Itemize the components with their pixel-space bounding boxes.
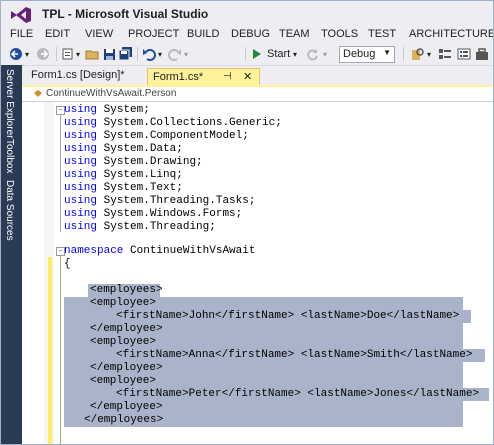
server-explorer-tab[interactable]: Server Explorer — [4, 69, 15, 138]
standard-toolbar: ▾ ▾ ▾ ▾ Start ▾ ▾ Debug ▼ ▾ — [1, 43, 493, 66]
toolbar-separator — [56, 47, 57, 61]
toolbox-icon[interactable] — [475, 46, 489, 62]
title-bar: TPL - Microsoft Visual Studio — [1, 1, 493, 27]
code-line: using System.Collections.Generic; — [64, 117, 282, 129]
find-in-files-icon[interactable] — [410, 46, 424, 62]
code-line: using System.Data; — [64, 143, 183, 155]
code-line: { — [64, 258, 71, 270]
chevron-down-icon: ▼ — [383, 48, 391, 57]
xml-line: <employee> — [90, 336, 157, 348]
code-line: using System.ComponentModel; — [64, 130, 249, 142]
toolbar-separator — [245, 47, 246, 61]
menu-file[interactable]: FILE — [10, 28, 33, 40]
xml-line: <employee> — [90, 297, 157, 309]
play-icon — [253, 49, 261, 59]
start-label: Start — [267, 48, 291, 60]
menu-bar: FILE EDIT VIEW PROJECT BUILD DEBUG TEAM … — [1, 27, 493, 43]
menu-debug[interactable]: DEBUG — [231, 28, 270, 40]
menu-project[interactable]: PROJECT — [128, 28, 179, 40]
tab-form1-cs-label: Form1.cs* — [153, 71, 204, 83]
menu-edit[interactable]: EDIT — [45, 28, 70, 40]
data-sources-tab[interactable]: Data Sources — [4, 180, 15, 241]
configuration-value: Debug — [343, 48, 376, 60]
code-line: using System.Threading; — [64, 221, 216, 233]
document-tab-row: Form1.cs [Design]* Form1.cs* ⊣ ✕ — [22, 66, 493, 86]
close-icon[interactable]: ✕ — [243, 70, 252, 83]
start-dropdown-icon[interactable]: ▾ — [293, 46, 297, 62]
refresh-dropdown-icon[interactable]: ▾ — [323, 46, 327, 62]
find-dropdown-icon[interactable]: ▾ — [427, 46, 431, 62]
solution-configuration-select[interactable]: Debug ▼ — [339, 46, 395, 63]
xml-line: </employee> — [90, 362, 163, 374]
menu-tools[interactable]: TOOLS — [321, 28, 358, 40]
toolbar-separator — [403, 47, 404, 61]
menu-view[interactable]: VIEW — [85, 28, 113, 40]
properties-icon[interactable] — [457, 46, 471, 62]
new-project-icon[interactable] — [61, 46, 75, 62]
save-icon[interactable] — [103, 46, 116, 62]
save-all-icon[interactable] — [118, 46, 133, 62]
member-navigation-bar[interactable]: ContinueWithVsAwait.Person — [22, 87, 493, 102]
undo-dropdown-icon[interactable]: ▾ — [158, 46, 162, 62]
menu-test[interactable]: TEST — [368, 28, 396, 40]
xml-line: <firstName>John</firstName> <lastName>Do… — [116, 310, 460, 322]
code-line: using System.Threading.Tasks; — [64, 195, 256, 207]
code-line: using System.Text; — [64, 182, 183, 194]
window-title: TPL - Microsoft Visual Studio — [42, 7, 209, 21]
refresh-icon[interactable] — [306, 46, 319, 62]
menu-team[interactable]: TEAM — [279, 28, 310, 40]
menu-build[interactable]: BUILD — [187, 28, 219, 40]
back-icon[interactable] — [9, 46, 23, 62]
start-button[interactable]: Start — [252, 46, 290, 62]
code-editor[interactable]: − − using System; using System.Collectio… — [22, 102, 493, 444]
change-tracking-bar — [48, 257, 52, 444]
pin-icon[interactable]: ⊣ — [223, 71, 232, 82]
tab-form1-cs[interactable]: Form1.cs* ⊣ ✕ — [147, 68, 260, 86]
xml-line: </employee> — [90, 401, 163, 413]
visual-studio-logo-icon — [11, 7, 31, 23]
xml-line: <employees> — [90, 284, 163, 296]
code-line: namespace ContinueWithVsAwait — [64, 245, 256, 257]
toolbox-tab[interactable]: Toolbox — [4, 139, 15, 173]
xml-line: <employee> — [90, 375, 157, 387]
outline-guide — [60, 256, 61, 444]
code-line: using System.Drawing; — [64, 156, 203, 168]
menu-architecture[interactable]: ARCHITECTURE — [409, 28, 493, 40]
tab-form1-design[interactable]: Form1.cs [Design]* — [31, 69, 125, 85]
code-line: using System.Windows.Forms; — [64, 208, 243, 220]
new-dropdown-icon[interactable]: ▾ — [76, 46, 80, 62]
code-line: using System; — [64, 104, 150, 116]
redo-dropdown-icon[interactable]: ▾ — [184, 46, 188, 62]
open-file-icon[interactable] — [85, 46, 100, 62]
visual-studio-window: TPL - Microsoft Visual Studio FILE EDIT … — [0, 0, 494, 445]
outline-guide — [60, 115, 61, 232]
xml-line: </employee> — [90, 323, 163, 335]
code-line: using System.Linq; — [64, 169, 183, 181]
xml-line: <firstName>Anna</firstName> <lastName>Sm… — [116, 349, 473, 361]
class-icon — [34, 90, 42, 97]
back-dropdown-icon[interactable]: ▾ — [25, 46, 29, 62]
member-dropdown-value: ContinueWithVsAwait.Person — [46, 88, 177, 99]
selection-highlight — [463, 310, 471, 323]
left-dock-panel: Server Explorer Toolbox Data Sources — [1, 65, 22, 444]
redo-icon[interactable] — [168, 46, 182, 62]
xml-line: </employees> — [84, 414, 164, 426]
xml-line: <firstName>Peter</firstName> <lastName>J… — [116, 388, 480, 400]
solution-explorer-icon[interactable] — [438, 46, 452, 62]
toolbar-separator — [137, 47, 138, 61]
undo-icon[interactable] — [142, 46, 156, 62]
forward-icon[interactable] — [36, 46, 50, 62]
